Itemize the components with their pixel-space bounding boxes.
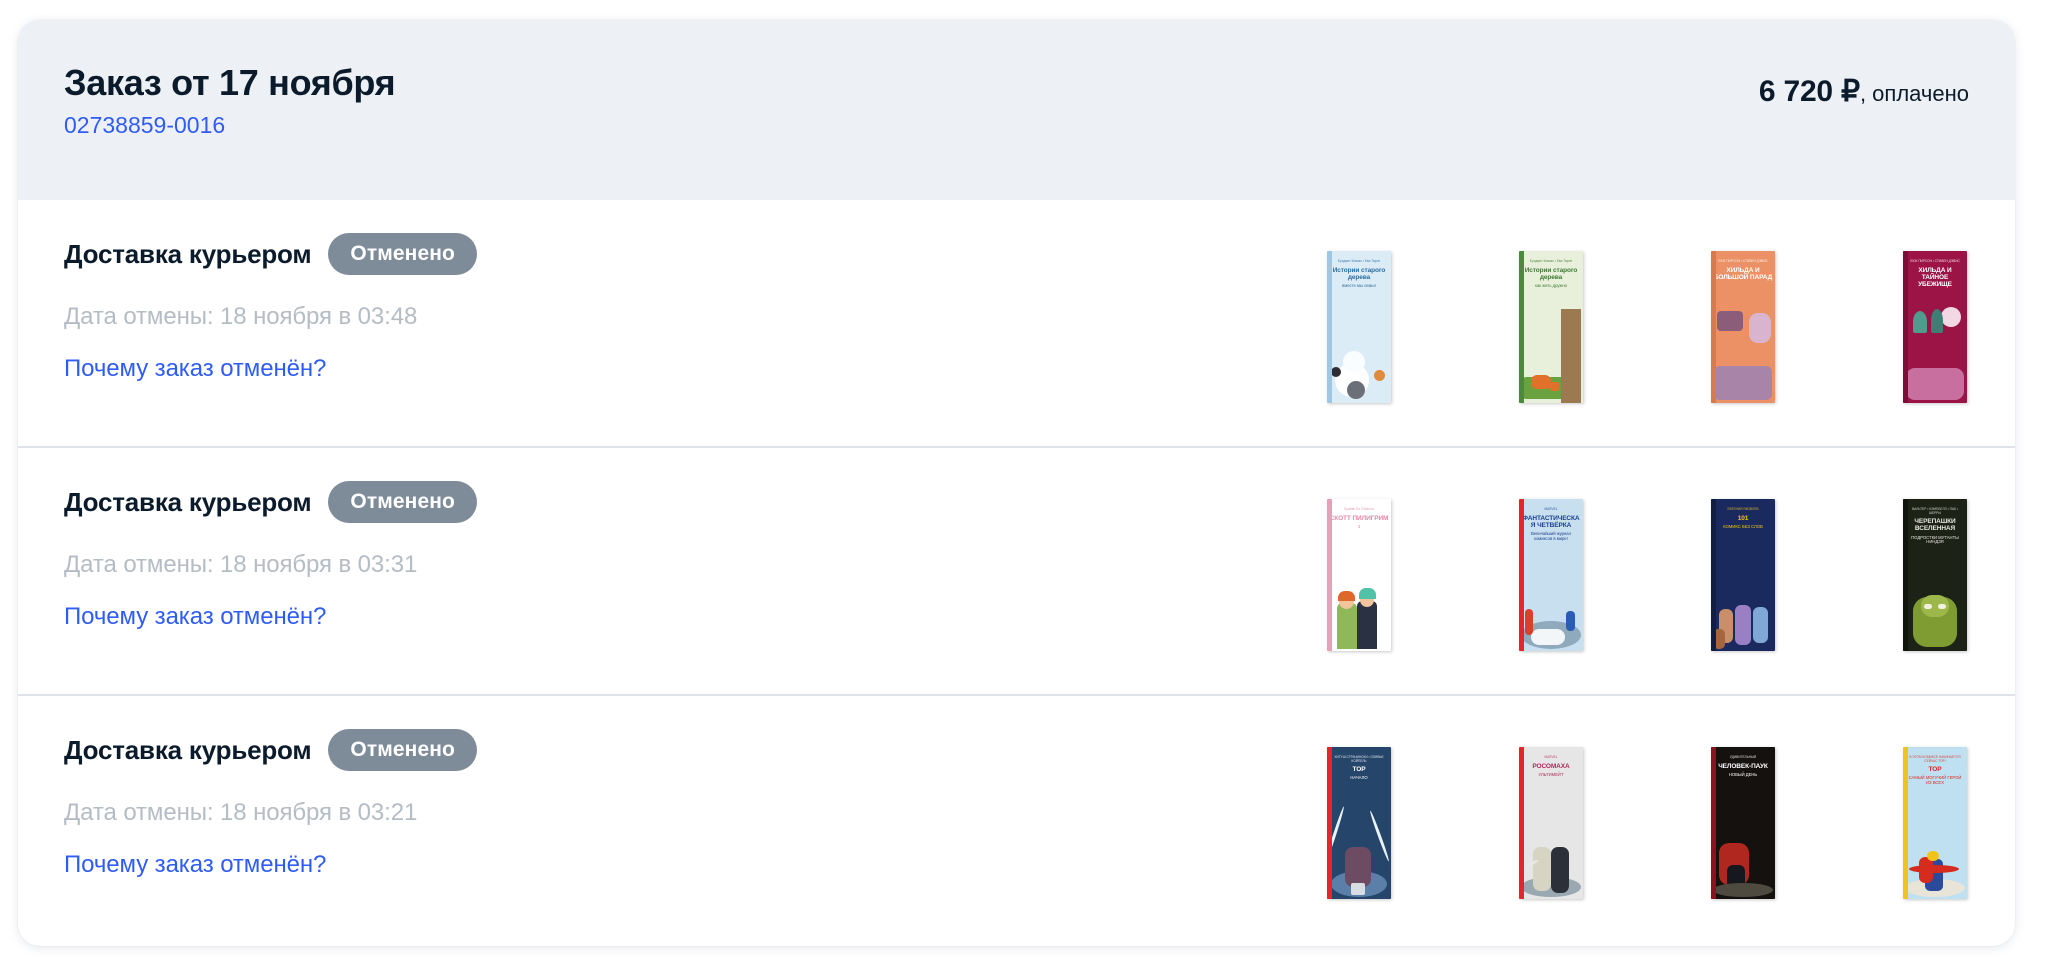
book-spine <box>1519 499 1524 651</box>
product-thumbnail[interactable]: ВАЛЬТЕР • КЭМПБЕЛЛ • ПАК • ШЕРРЫ ЧЕРЕПАШК… <box>1901 496 1969 654</box>
status-badge[interactable]: Отменено <box>328 729 477 771</box>
book-spine <box>1327 747 1332 899</box>
book-title: ЧЕЛОВЕК-ПАУК <box>1718 762 1768 770</box>
shipment-title: Доставка курьером <box>64 238 312 269</box>
book-subtitle: САМЫЙ МОГУЧИЙ ГЕРОЙ ИЗ ВСЕХ <box>1908 775 1962 785</box>
book-cover-art <box>1327 805 1391 899</box>
book-byline: ЛЮК ПИРСОН • СТИВЕН ДЭВИС <box>1910 259 1960 263</box>
book-subtitle: ПОДРОСТКИ МУТАНТЫ НИНДЗЯ <box>1911 534 1959 545</box>
book-cover-art <box>1519 805 1583 899</box>
product-thumbnails: ХИТУШ СТРАЧИНСКИ • ОЛИВЬЕ КОЙПЕЛЬ ТОР НАЧА… <box>1325 744 1969 902</box>
order-paid-status: , оплачено <box>1859 81 1969 106</box>
book-byline: ЕВГЕНИЙ ЯКОВЛЕВ <box>1727 507 1759 511</box>
product-thumbnail[interactable]: ЛЮК ПИРСОН • СТИВЕН ДЭВИС ХИЛЬДА И ТАЙНОЕ… <box>1901 248 1969 406</box>
product-thumbnail[interactable]: УДИВИТЕЛЬНЫЙ ЧЕЛОВЕК-ПАУК НОВЫЙ ДЕНЬ <box>1709 744 1777 902</box>
book-title: Истории старого дерева <box>1332 266 1386 281</box>
shipment-title: Доставка курьером <box>64 734 312 765</box>
shipment-title: Доставка курьером <box>64 486 312 517</box>
book-title: ХИЛЬДА И ТАЙНОЕ УБЕЖИЩЕ <box>1918 266 1952 289</box>
product-thumbnail[interactable]: Бриджит Ковако • Ева Тарле Истории старог… <box>1325 248 1393 406</box>
product-thumbnails: Бриджит Ковако • Ева Тарле Истории старог… <box>1325 248 1969 406</box>
book-subtitle: как жить дружно <box>1535 283 1567 289</box>
book-subtitle: НОВЫЙ ДЕНЬ <box>1728 771 1758 777</box>
book-byline: Брайан Ли О'Мэлли <box>1344 507 1374 511</box>
order-number-link[interactable]: 02738859-0016 <box>64 112 225 140</box>
book-subtitle: НАЧАЛО <box>1350 775 1368 781</box>
book-cover-art <box>1327 309 1391 403</box>
product-thumbnails: Брайан Ли О'Мэлли СКОТТ ПИЛИГРИМ 3 MARVEL ФА… <box>1325 496 1969 654</box>
order-card: Заказ от 17 ноября 02738859-0016 6 720 ₽… <box>18 20 2015 946</box>
book-cover-art <box>1519 557 1583 651</box>
book-spine <box>1519 747 1524 899</box>
book-subtitle: 3 <box>1357 523 1361 529</box>
book-cover-art <box>1711 309 1775 403</box>
book-spine <box>1903 251 1908 403</box>
book-cover-art <box>1327 557 1391 651</box>
product-thumbnail[interactable]: ЛЮК ПИРСОН • СТИВЕН ДЭВИС ХИЛЬДА И БОЛЬШО… <box>1709 248 1777 406</box>
product-thumbnail[interactable]: Бриджит Ковако • Ева Тарле Истории старог… <box>1517 248 1585 406</box>
book-cover-art <box>1903 805 1967 899</box>
book-title: СКОТТ ПИЛИГРИМ <box>1329 514 1389 522</box>
product-thumbnail[interactable]: MARVEL ФАНТАСТИЧЕСКАЯ ЧЕТВЁРКА Величайший … <box>1517 496 1585 654</box>
book-spine <box>1327 499 1332 651</box>
book-spine <box>1903 747 1908 899</box>
product-thumbnail[interactable]: Брайан Ли О'Мэлли СКОТТ ПИЛИГРИМ 3 <box>1325 496 1393 654</box>
book-subtitle: Величайший журнал комиксов в мире! <box>1530 531 1572 541</box>
order-total: 6 720 ₽, оплачено <box>1759 74 1969 109</box>
book-spine <box>1711 499 1716 651</box>
why-cancelled-link[interactable]: Почему заказ отменён? <box>64 355 326 383</box>
book-subtitle: вместе мы семья <box>1342 283 1376 289</box>
book-title: ТОР <box>1352 766 1366 774</box>
book-byline: ХИТУШ СТРАЧИНСКИ • ОЛИВЬЕ КОЙПЕЛЬ <box>1334 755 1384 763</box>
shipment-row: Доставка курьером Отменено Дата отмены: 18… <box>18 448 2015 696</box>
product-thumbnail[interactable]: MARVEL РОСОМАХА УЛЬТИМЕЙТ <box>1517 744 1585 902</box>
order-amount: 6 720 ₽ <box>1758 75 1860 108</box>
book-title: ТОР <box>1928 766 1942 774</box>
book-subtitle: КОМИКС БЕЗ СЛОВ <box>1723 523 1763 529</box>
book-byline: MARVEL <box>1544 755 1558 759</box>
book-spine <box>1519 251 1524 403</box>
book-byline: Бриджит Ковако • Ева Тарле <box>1337 259 1381 263</box>
why-cancelled-link[interactable]: Почему заказ отменён? <box>64 603 326 631</box>
book-spine <box>1711 747 1716 899</box>
book-byline: ВАЛЬТЕР • КЭМПБЕЛЛ • ПАК • ШЕРРЫ <box>1912 507 1958 515</box>
book-title: Истории старого дерева <box>1524 266 1578 281</box>
book-cover-art <box>1711 805 1775 899</box>
order-header: Заказ от 17 ноября 02738859-0016 6 720 ₽… <box>18 20 2015 200</box>
book-byline: УДИВИТЕЛЬНЫЙ <box>1729 755 1757 759</box>
book-cover-art <box>1903 557 1967 651</box>
book-title: 101 <box>1737 514 1749 522</box>
book-subtitle: УЛЬТИМЕЙТ <box>1538 771 1564 777</box>
product-thumbnail[interactable]: ЕВГЕНИЙ ЯКОВЛЕВ 101 КОМИКС БЕЗ СЛОВ <box>1709 496 1777 654</box>
book-title: ЧЕРЕПАШКИ ВСЕЛЕННАЯ <box>1914 518 1956 533</box>
book-spine <box>1711 251 1716 403</box>
book-spine <box>1327 251 1332 403</box>
book-title: ФАНТАСТИЧЕСКАЯ ЧЕТВЁРКА <box>1522 514 1580 529</box>
shipment-list: Доставка курьером Отменено Дата отмены: 18… <box>18 200 2015 944</box>
book-cover-art <box>1519 308 1583 403</box>
shipment-row: Доставка курьером Отменено Дата отмены: 18… <box>18 696 2015 944</box>
book-byline: Бриджит Ковако • Ева Тарле <box>1529 259 1573 263</box>
status-badge[interactable]: Отменено <box>328 481 477 523</box>
book-byline: В ЭТОМ КОМИКСЕ НАЧИНАЕТСЯ СЕЙЧАС ТОР! <box>1909 755 1961 763</box>
shipment-row: Доставка курьером Отменено Дата отмены: 18… <box>18 200 2015 448</box>
status-badge[interactable]: Отменено <box>328 233 477 275</box>
product-thumbnail[interactable]: В ЭТОМ КОМИКСЕ НАЧИНАЕТСЯ СЕЙЧАС ТОР! ТОР… <box>1901 744 1969 902</box>
book-cover-art <box>1903 306 1967 403</box>
book-title: ХИЛЬДА И БОЛЬШОЙ ПАРАД <box>1713 266 1773 281</box>
why-cancelled-link[interactable]: Почему заказ отменён? <box>64 851 326 879</box>
book-byline: ЛЮК ПИРСОН • СТИВЕН ДЭВИС <box>1718 259 1768 263</box>
book-byline: MARVEL <box>1544 507 1558 511</box>
book-title: РОСОМАХА <box>1532 762 1570 770</box>
page-title: Заказ от 17 ноября <box>64 62 396 103</box>
product-thumbnail[interactable]: ХИТУШ СТРАЧИНСКИ • ОЛИВЬЕ КОЙПЕЛЬ ТОР НАЧА… <box>1325 744 1393 902</box>
book-spine <box>1903 499 1908 651</box>
book-cover-art <box>1711 557 1775 651</box>
